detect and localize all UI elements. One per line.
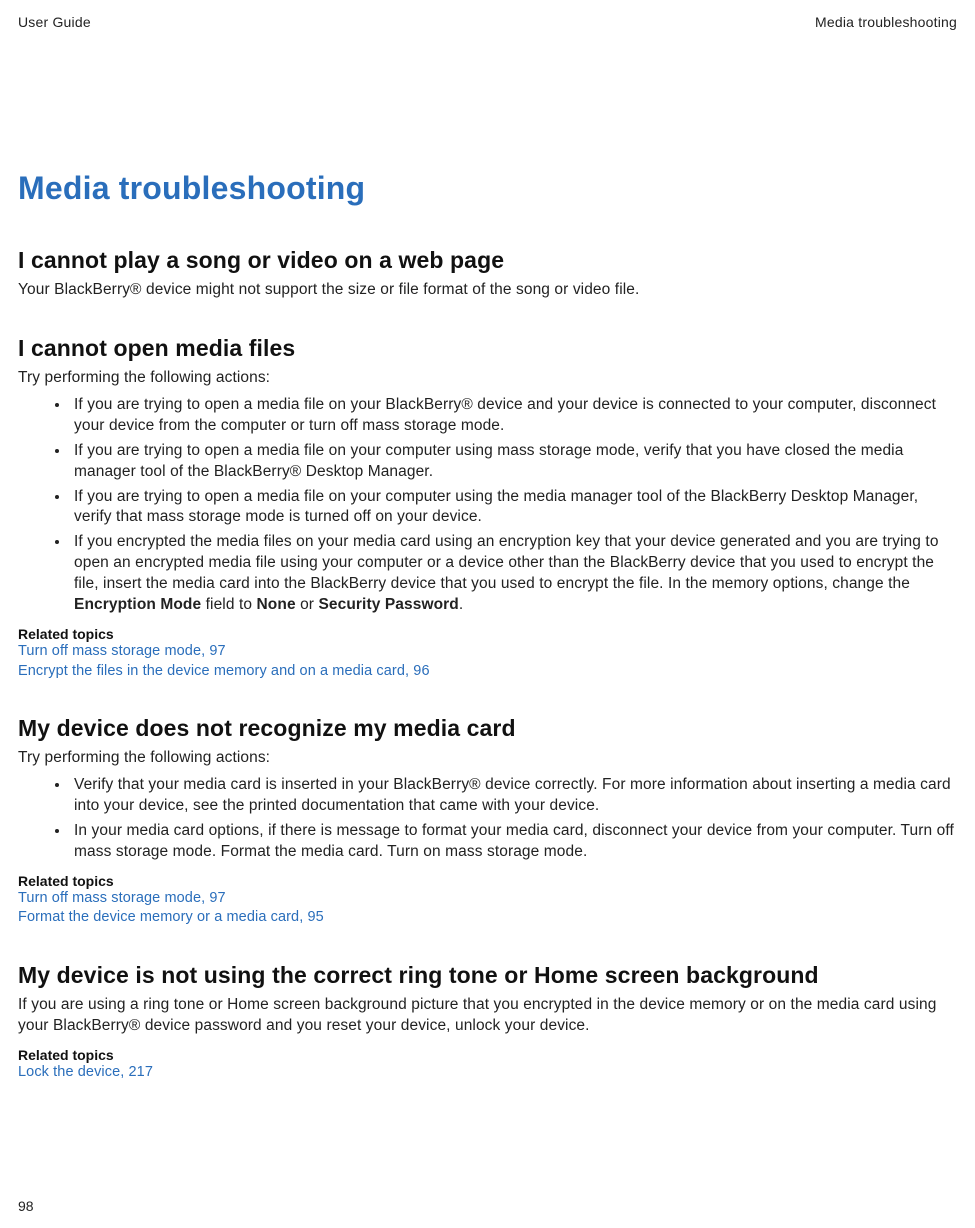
related-link[interactable]: Turn off mass storage mode, 97 xyxy=(18,642,957,662)
section3-intro: Try performing the following actions: xyxy=(18,748,957,769)
related-link[interactable]: Lock the device, 217 xyxy=(18,1063,957,1083)
section2-heading: I cannot open media files xyxy=(18,335,957,362)
header-right: Media troubleshooting xyxy=(815,14,957,30)
page-number: 98 xyxy=(18,1198,34,1214)
page-title: Media troubleshooting xyxy=(18,170,957,207)
text-bold: None xyxy=(257,596,296,613)
list-item: If you are trying to open a media file o… xyxy=(70,395,957,437)
list-item: Verify that your media card is inserted … xyxy=(70,775,957,817)
related-topics-label: Related topics xyxy=(18,1047,957,1063)
list-item: If you encrypted the media files on your… xyxy=(70,532,957,616)
section1-heading: I cannot play a song or video on a web p… xyxy=(18,247,957,274)
list-item: If you are trying to open a media file o… xyxy=(70,487,957,529)
text-run: or xyxy=(296,596,319,613)
list-item: If you are trying to open a media file o… xyxy=(70,441,957,483)
list-item: In your media card options, if there is … xyxy=(70,821,957,863)
related-topics-label: Related topics xyxy=(18,873,957,889)
section2-list: If you are trying to open a media file o… xyxy=(18,395,957,616)
related-topics-label: Related topics xyxy=(18,626,957,642)
section2-intro: Try performing the following actions: xyxy=(18,368,957,389)
text-run: If you encrypted the media files on your… xyxy=(74,533,939,592)
related-link[interactable]: Encrypt the files in the device memory a… xyxy=(18,662,957,682)
text-run: field to xyxy=(201,596,256,613)
section3-heading: My device does not recognize my media ca… xyxy=(18,715,957,742)
text-bold: Encryption Mode xyxy=(74,596,201,613)
section1-paragraph: Your BlackBerry® device might not suppor… xyxy=(18,280,957,301)
related-link[interactable]: Format the device memory or a media card… xyxy=(18,908,957,928)
header-left: User Guide xyxy=(18,14,91,30)
section4-paragraph: If you are using a ring tone or Home scr… xyxy=(18,995,957,1037)
section3-list: Verify that your media card is inserted … xyxy=(18,775,957,863)
related-link[interactable]: Turn off mass storage mode, 97 xyxy=(18,889,957,909)
text-run: . xyxy=(459,596,463,613)
page-content: User Guide Media troubleshooting Media t… xyxy=(0,0,975,1228)
text-bold: Security Password xyxy=(318,596,458,613)
page-header: User Guide Media troubleshooting xyxy=(18,14,957,30)
section4-heading: My device is not using the correct ring … xyxy=(18,962,957,989)
